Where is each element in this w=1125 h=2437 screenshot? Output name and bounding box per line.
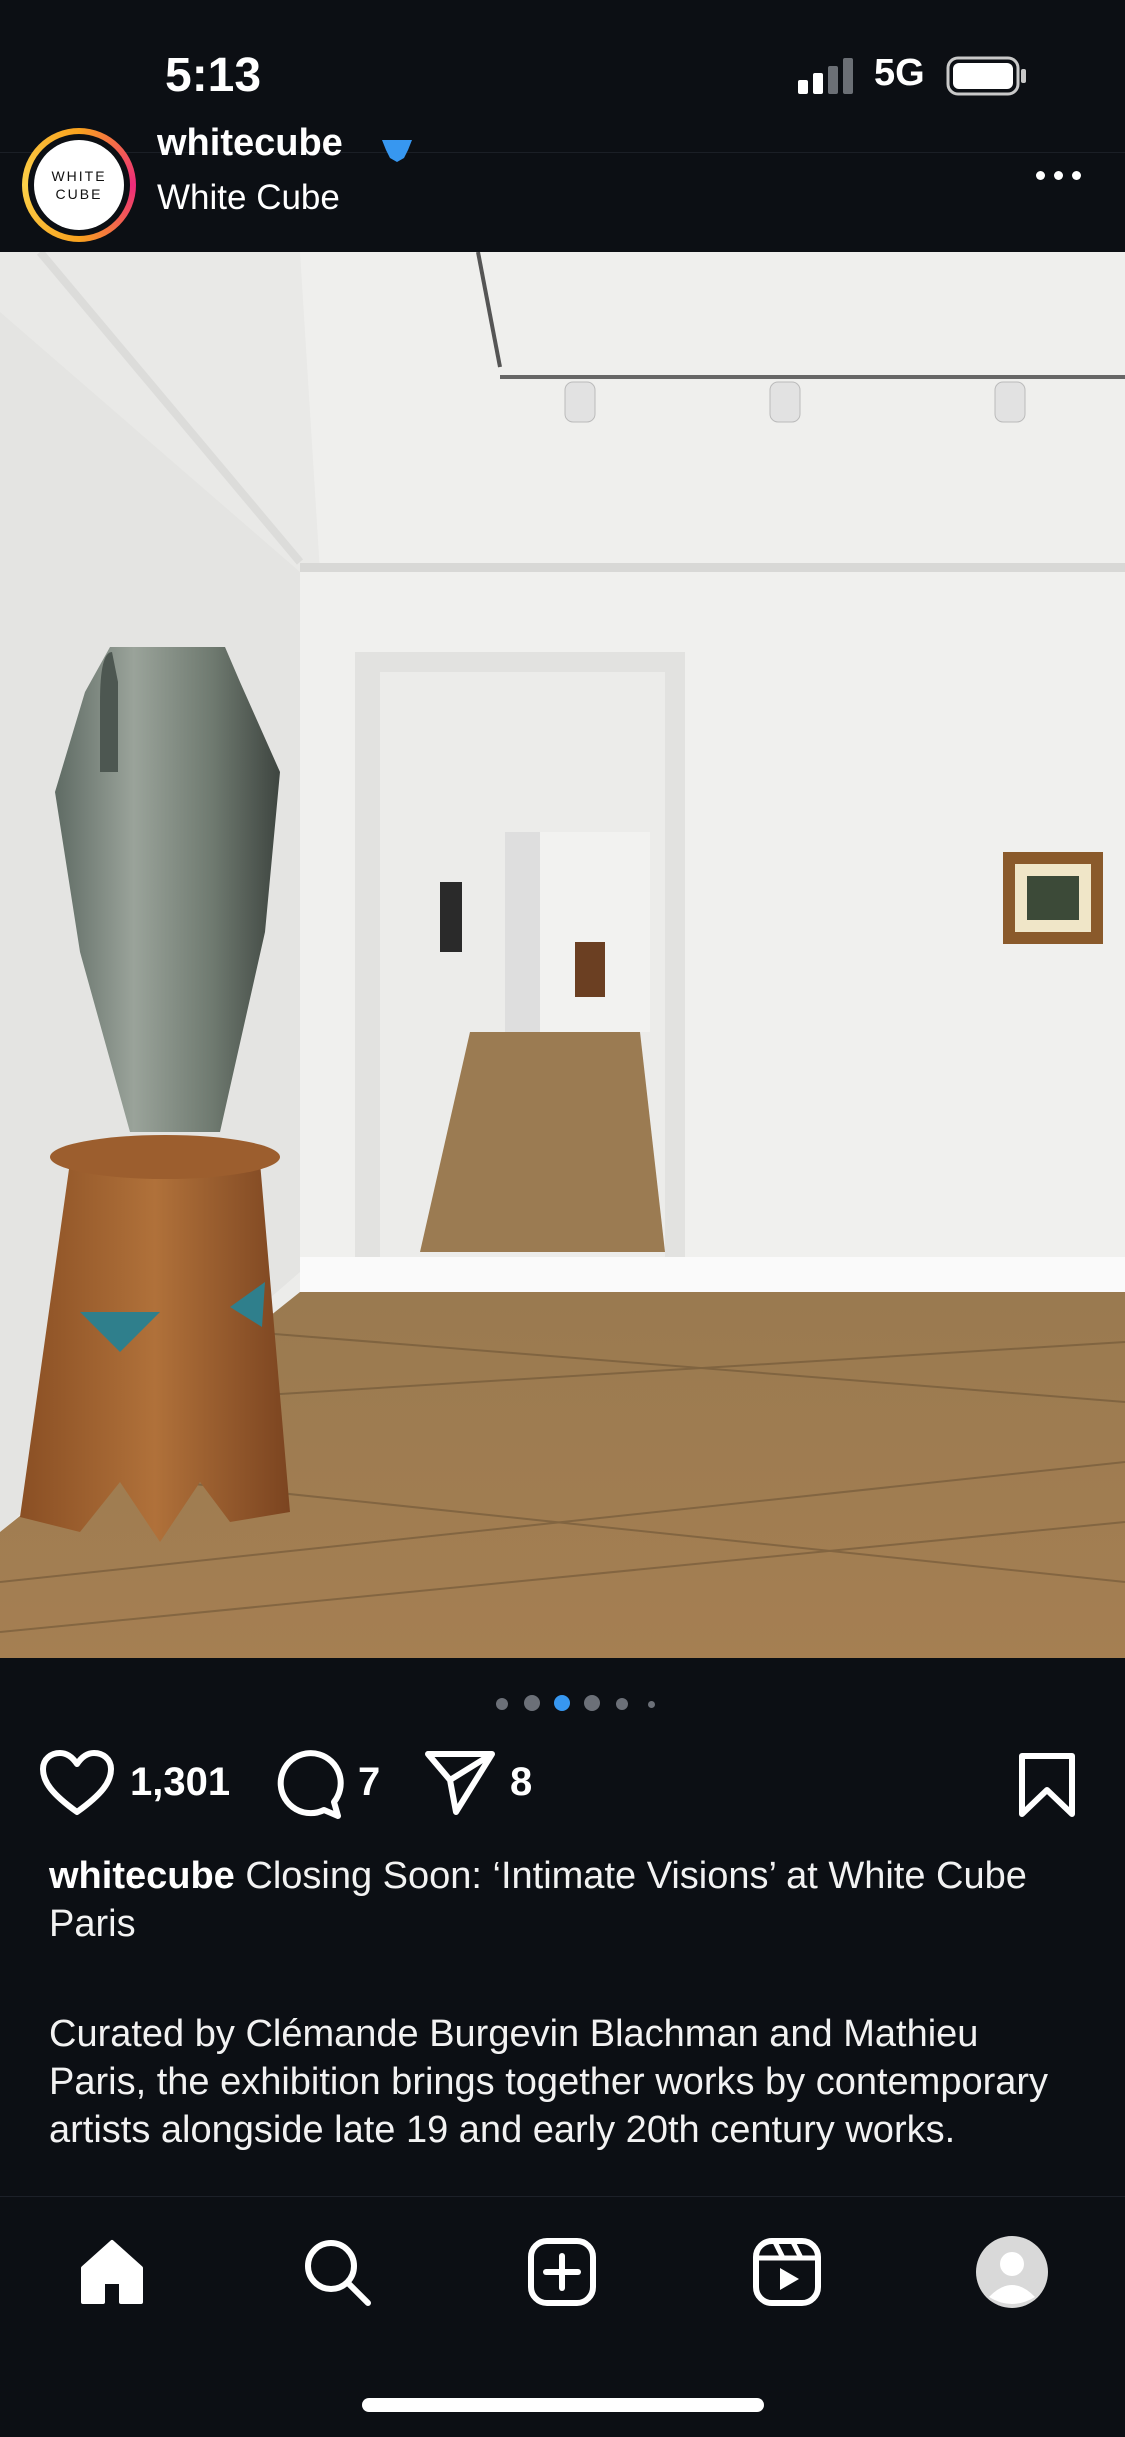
- reels-icon: [753, 2238, 821, 2306]
- avatar-logo-text-1: WHITE: [51, 168, 107, 184]
- profile-icon: [976, 2236, 1048, 2308]
- nav-reels-button[interactable]: [747, 2232, 827, 2312]
- share-icon[interactable]: [424, 1750, 496, 1821]
- carousel-dot: [524, 1695, 540, 1711]
- caption-username[interactable]: whitecube: [49, 1855, 235, 1897]
- home-icon: [81, 2240, 143, 2304]
- carousel-dot: [496, 1698, 508, 1710]
- nav-create-button[interactable]: [522, 2232, 602, 2312]
- carousel-indicator: [0, 1693, 1125, 1713]
- verified-badge-icon: [380, 140, 414, 167]
- avatar[interactable]: WHITE CUBE: [34, 140, 124, 230]
- status-time: 5:13: [165, 49, 262, 102]
- comment-count[interactable]: 7: [358, 1760, 380, 1805]
- caption-body: Curated by Clémande Burgevin Blachman an…: [49, 2013, 1049, 2151]
- more-options-button[interactable]: [1030, 162, 1090, 192]
- create-icon: [528, 2238, 596, 2306]
- heart-icon[interactable]: [40, 1750, 114, 1821]
- carousel-dot: [584, 1695, 600, 1711]
- carousel-dot: [616, 1698, 628, 1710]
- bookmark-icon[interactable]: [1018, 1752, 1076, 1823]
- post-caption: whitecube Closing Soon: ‘Intimate Vision…: [49, 1852, 1079, 1948]
- nav-profile-button[interactable]: [972, 2232, 1052, 2312]
- signal-bars-icon: [798, 58, 856, 99]
- like-count[interactable]: 1,301: [130, 1760, 230, 1805]
- carousel-dot-active: [554, 1695, 570, 1711]
- search-icon: [305, 2240, 371, 2306]
- nav-home-button[interactable]: [72, 2232, 152, 2312]
- nav-search-button[interactable]: [297, 2232, 377, 2312]
- avatar-logo-text-2: CUBE: [55, 186, 103, 202]
- share-count[interactable]: 8: [510, 1760, 532, 1805]
- more-horizontal-icon-dot: [1072, 171, 1081, 180]
- home-indicator[interactable]: [362, 2398, 764, 2412]
- battery-icon: [946, 56, 1028, 101]
- more-horizontal-icon: [1036, 171, 1045, 180]
- comment-icon[interactable]: [274, 1750, 344, 1825]
- carousel-dot: [648, 1701, 655, 1708]
- more-horizontal-icon-dot: [1054, 171, 1063, 180]
- post-username[interactable]: whitecube: [157, 122, 343, 170]
- network-type: 5G: [874, 52, 925, 94]
- post-display-name[interactable]: White Cube: [157, 178, 340, 218]
- post-photo[interactable]: [0, 252, 1125, 1658]
